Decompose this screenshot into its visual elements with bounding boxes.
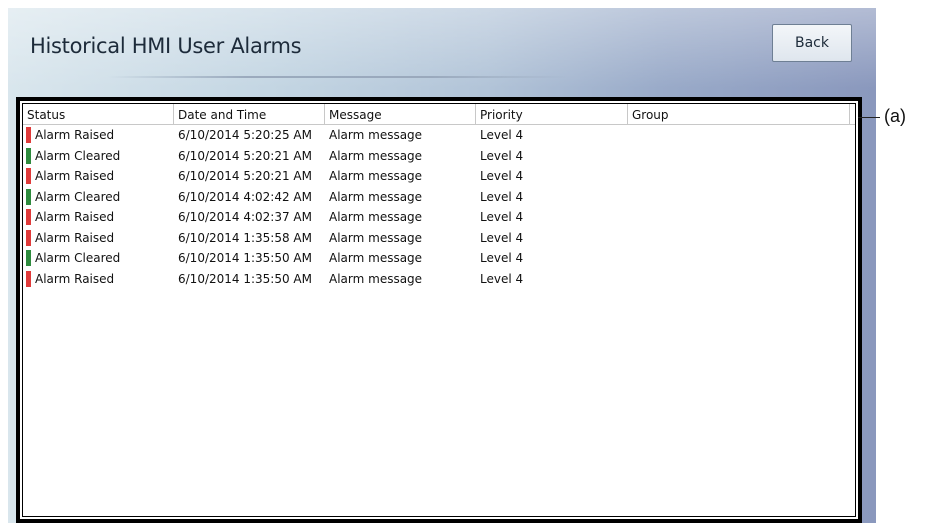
message-cell: Alarm message [329, 271, 423, 286]
alarm-grid[interactable]: Status Date and Time Message Priority Gr… [22, 103, 856, 517]
datetime-cell: 6/10/2014 1:35:58 AM [178, 230, 312, 245]
status-cell: Alarm Cleared [23, 188, 174, 205]
status-text: Alarm Raised [35, 128, 115, 143]
table-row[interactable]: Alarm Raised 6/10/2014 4:02:37 AM Alarm me… [23, 207, 855, 228]
status-text: Alarm Raised [35, 210, 115, 225]
datetime-cell: 6/10/2014 5:20:25 AM [178, 128, 312, 143]
message-cell: Alarm message [329, 251, 423, 266]
status-text: Alarm Raised [35, 271, 115, 286]
status-indicator-icon [26, 147, 31, 164]
status-text: Alarm Cleared [35, 148, 121, 163]
status-indicator-icon [26, 127, 31, 144]
table-row[interactable]: Alarm Raised 6/10/2014 1:35:50 AM Alarm me… [23, 269, 855, 290]
message-cell: Alarm message [329, 128, 423, 143]
datetime-cell: 6/10/2014 5:20:21 AM [178, 169, 312, 184]
status-text: Alarm Raised [35, 169, 115, 184]
message-cell: Alarm message [329, 148, 423, 163]
status-indicator-icon [26, 270, 31, 287]
grid-body: Alarm Raised 6/10/2014 5:20:25 AM Alarm me… [23, 125, 855, 289]
column-header-group[interactable]: Group [628, 104, 850, 125]
status-text: Alarm Cleared [35, 189, 121, 204]
page-title: Historical HMI User Alarms [30, 34, 302, 58]
table-row[interactable]: Alarm Cleared 6/10/2014 4:02:42 AM Alarm m… [23, 187, 855, 208]
priority-cell: Level 4 [480, 169, 524, 184]
status-cell: Alarm Raised [23, 209, 174, 226]
status-cell: Alarm Raised [23, 168, 174, 185]
alarm-grid-frame: Status Date and Time Message Priority Gr… [16, 97, 862, 523]
message-cell: Alarm message [329, 210, 423, 225]
datetime-cell: 6/10/2014 5:20:21 AM [178, 148, 312, 163]
priority-cell: Level 4 [480, 230, 524, 245]
datetime-cell: 6/10/2014 4:02:37 AM [178, 210, 312, 225]
status-cell: Alarm Cleared [23, 147, 174, 164]
table-row[interactable]: Alarm Raised 6/10/2014 1:35:58 AM Alarm me… [23, 228, 855, 249]
status-cell: Alarm Cleared [23, 250, 174, 267]
priority-cell: Level 4 [480, 271, 524, 286]
priority-cell: Level 4 [480, 189, 524, 204]
status-indicator-icon [26, 168, 31, 185]
message-cell: Alarm message [329, 189, 423, 204]
datetime-cell: 6/10/2014 4:02:42 AM [178, 189, 312, 204]
status-text: Alarm Raised [35, 230, 115, 245]
status-indicator-icon [26, 229, 31, 246]
status-indicator-icon [26, 188, 31, 205]
status-cell: Alarm Raised [23, 229, 174, 246]
message-cell: Alarm message [329, 230, 423, 245]
column-header-status[interactable]: Status [23, 104, 174, 125]
table-row[interactable]: Alarm Cleared 6/10/2014 5:20:21 AM Alarm m… [23, 146, 855, 167]
table-row[interactable]: Alarm Raised 6/10/2014 5:20:25 AM Alarm me… [23, 125, 855, 146]
table-row[interactable]: Alarm Raised 6/10/2014 5:20:21 AM Alarm me… [23, 166, 855, 187]
alarm-history-window: Historical HMI User Alarms Back Status D… [8, 8, 876, 523]
message-cell: Alarm message [329, 169, 423, 184]
status-indicator-icon [26, 209, 31, 226]
datetime-cell: 6/10/2014 1:35:50 AM [178, 271, 312, 286]
table-row[interactable]: Alarm Cleared 6/10/2014 1:35:50 AM Alarm m… [23, 248, 855, 269]
column-header-priority[interactable]: Priority [476, 104, 628, 125]
status-cell: Alarm Raised [23, 270, 174, 287]
callout-leader-line [858, 117, 880, 118]
status-cell: Alarm Raised [23, 127, 174, 144]
column-header-message[interactable]: Message [325, 104, 476, 125]
priority-cell: Level 4 [480, 148, 524, 163]
column-header-date-time[interactable]: Date and Time [174, 104, 325, 125]
status-indicator-icon [26, 250, 31, 267]
priority-cell: Level 4 [480, 251, 524, 266]
status-text: Alarm Cleared [35, 251, 121, 266]
callout-label: (a) [884, 106, 906, 126]
grid-header: Status Date and Time Message Priority Gr… [23, 104, 855, 125]
title-divider [108, 76, 568, 78]
datetime-cell: 6/10/2014 1:35:50 AM [178, 251, 312, 266]
back-button[interactable]: Back [772, 24, 852, 62]
priority-cell: Level 4 [480, 128, 524, 143]
priority-cell: Level 4 [480, 210, 524, 225]
